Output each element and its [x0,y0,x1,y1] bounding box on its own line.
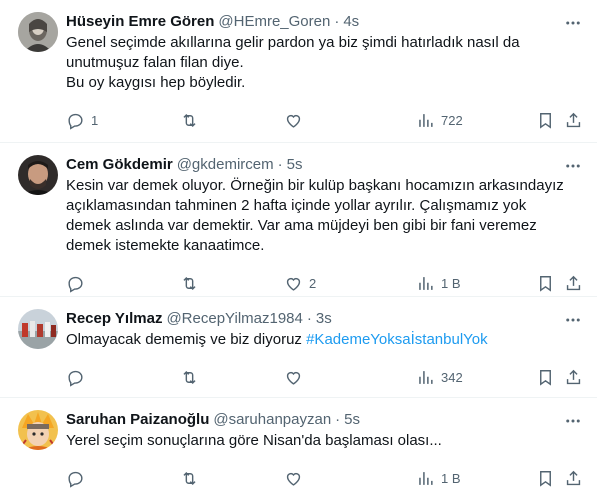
avatar[interactable] [18,155,58,195]
tweet-header: Hüseyin Emre Gören @HEmre_Goren · 4s [66,12,581,32]
tweet-actions: 342 [66,358,581,398]
tweet[interactable]: Hüseyin Emre Gören @HEmre_Goren · 4s Gen… [0,0,597,143]
tweet-header: Cem Gökdemir @gkdemircem · 5s [66,155,581,175]
bookmark-icon [540,275,551,292]
separator-dot: · [334,13,340,30]
heart-icon [286,114,301,128]
reply-button[interactable] [66,358,91,396]
retweet-icon [183,370,196,384]
separator-dot: · [277,156,283,173]
tweet-header: Saruhan Paizanoğlu @saruhanpayzan · 5s [66,410,581,430]
author-name[interactable]: Recep Yılmaz [66,309,162,329]
views-bar-chart-icon [419,471,433,485]
timestamp[interactable]: 5s [344,410,360,430]
heart-icon [286,371,301,385]
tweet[interactable]: Saruhan Paizanoğlu @saruhanpayzan · 5s Y… [0,398,597,498]
separator-dot: · [306,310,312,327]
avatar[interactable] [18,410,58,450]
author-name[interactable]: Cem Gökdemir [66,155,173,175]
reply-bubble-icon [68,471,83,488]
more-options-button[interactable] [563,411,583,431]
timestamp[interactable]: 5s [287,155,303,175]
tweet-actions: 1 722 [66,101,581,141]
reply-button[interactable]: 1 [66,101,98,139]
retweet-icon [183,276,196,290]
share-button[interactable] [564,101,583,139]
like-button[interactable] [284,358,309,396]
views-button[interactable]: 722 [416,101,463,139]
tweet-text-body: Olmayacak dememiş ve biz diyoruz [66,331,307,348]
more-options-button[interactable] [563,156,583,176]
tweet-actions: 1 B [66,459,581,499]
views-button[interactable]: 1 B [416,459,461,497]
heart-icon [286,277,301,291]
tweet-text: Kesin var demek oluyor. Örneğin bir kulü… [66,177,564,254]
share-upload-icon [566,369,581,384]
author-name[interactable]: Saruhan Paizanoğlu [66,410,209,430]
author-handle[interactable]: @HEmre_Goren [218,12,330,32]
share-upload-icon [566,275,581,290]
reply-button[interactable] [66,459,91,497]
retweet-button[interactable] [180,459,205,497]
bookmark-icon [540,470,551,487]
views-bar-chart-icon [419,113,433,127]
bookmark-icon [540,112,551,129]
share-button[interactable] [564,358,583,396]
like-button[interactable] [284,101,309,139]
author-handle[interactable]: @saruhanpayzan [213,410,331,430]
reply-bubble-icon [68,113,83,130]
avatar[interactable] [18,12,58,52]
heart-icon [286,472,301,486]
separator-dot: · [335,411,341,428]
view-count: 342 [441,369,463,385]
bookmark-icon [540,369,551,386]
more-horizontal-icon [566,318,580,322]
reply-count: 1 [91,112,99,128]
view-count: 1 B [441,470,461,486]
more-options-button[interactable] [563,310,583,330]
retweet-button[interactable] [180,358,205,396]
hashtag-link[interactable]: #KademeYoksaİstanbulYok [306,331,488,348]
reply-bubble-icon [68,370,83,387]
view-count: 1 B [441,275,461,291]
bookmark-button[interactable] [536,358,555,396]
share-upload-icon [566,470,581,485]
reply-bubble-icon [68,276,83,293]
bookmark-button[interactable] [536,459,555,497]
author-name[interactable]: Hüseyin Emre Gören [66,12,214,32]
views-bar-chart-icon [419,370,433,384]
views-button[interactable]: 342 [416,358,463,396]
share-upload-icon [566,112,581,127]
tweet[interactable]: Recep Yılmaz @RecepYilmaz1984 · 3s Olmay… [0,297,597,398]
view-count: 722 [441,112,463,128]
author-handle[interactable]: @gkdemircem [177,155,274,175]
like-count: 2 [309,275,317,291]
more-horizontal-icon [566,419,580,423]
avatar[interactable] [18,309,58,349]
retweet-icon [183,471,196,485]
retweet-button[interactable] [180,101,205,139]
timestamp[interactable]: 3s [316,309,332,329]
timestamp[interactable]: 4s [343,12,359,32]
tweet-text: Yerel seçim sonuçlarına göre Nisan'da ba… [66,432,442,449]
retweet-icon [183,113,196,127]
tweet-text: Genel seçimde akıllarına gelir pardon ya… [66,34,520,91]
more-horizontal-icon [566,164,580,168]
share-button[interactable] [564,459,583,497]
tweet-text: Olmayacak dememiş ve biz diyoruz #Kademe… [66,330,581,350]
more-horizontal-icon [566,21,580,25]
bookmark-button[interactable] [536,101,555,139]
timeline: Hüseyin Emre Gören @HEmre_Goren · 4s Gen… [0,0,597,498]
like-button[interactable] [284,459,309,497]
tweet-header: Recep Yılmaz @RecepYilmaz1984 · 3s [66,309,581,329]
author-handle[interactable]: @RecepYilmaz1984 [166,309,302,329]
views-bar-chart-icon [419,276,433,290]
tweet[interactable]: Cem Gökdemir @gkdemircem · 5s Kesin var … [0,143,597,297]
more-options-button[interactable] [563,13,583,33]
